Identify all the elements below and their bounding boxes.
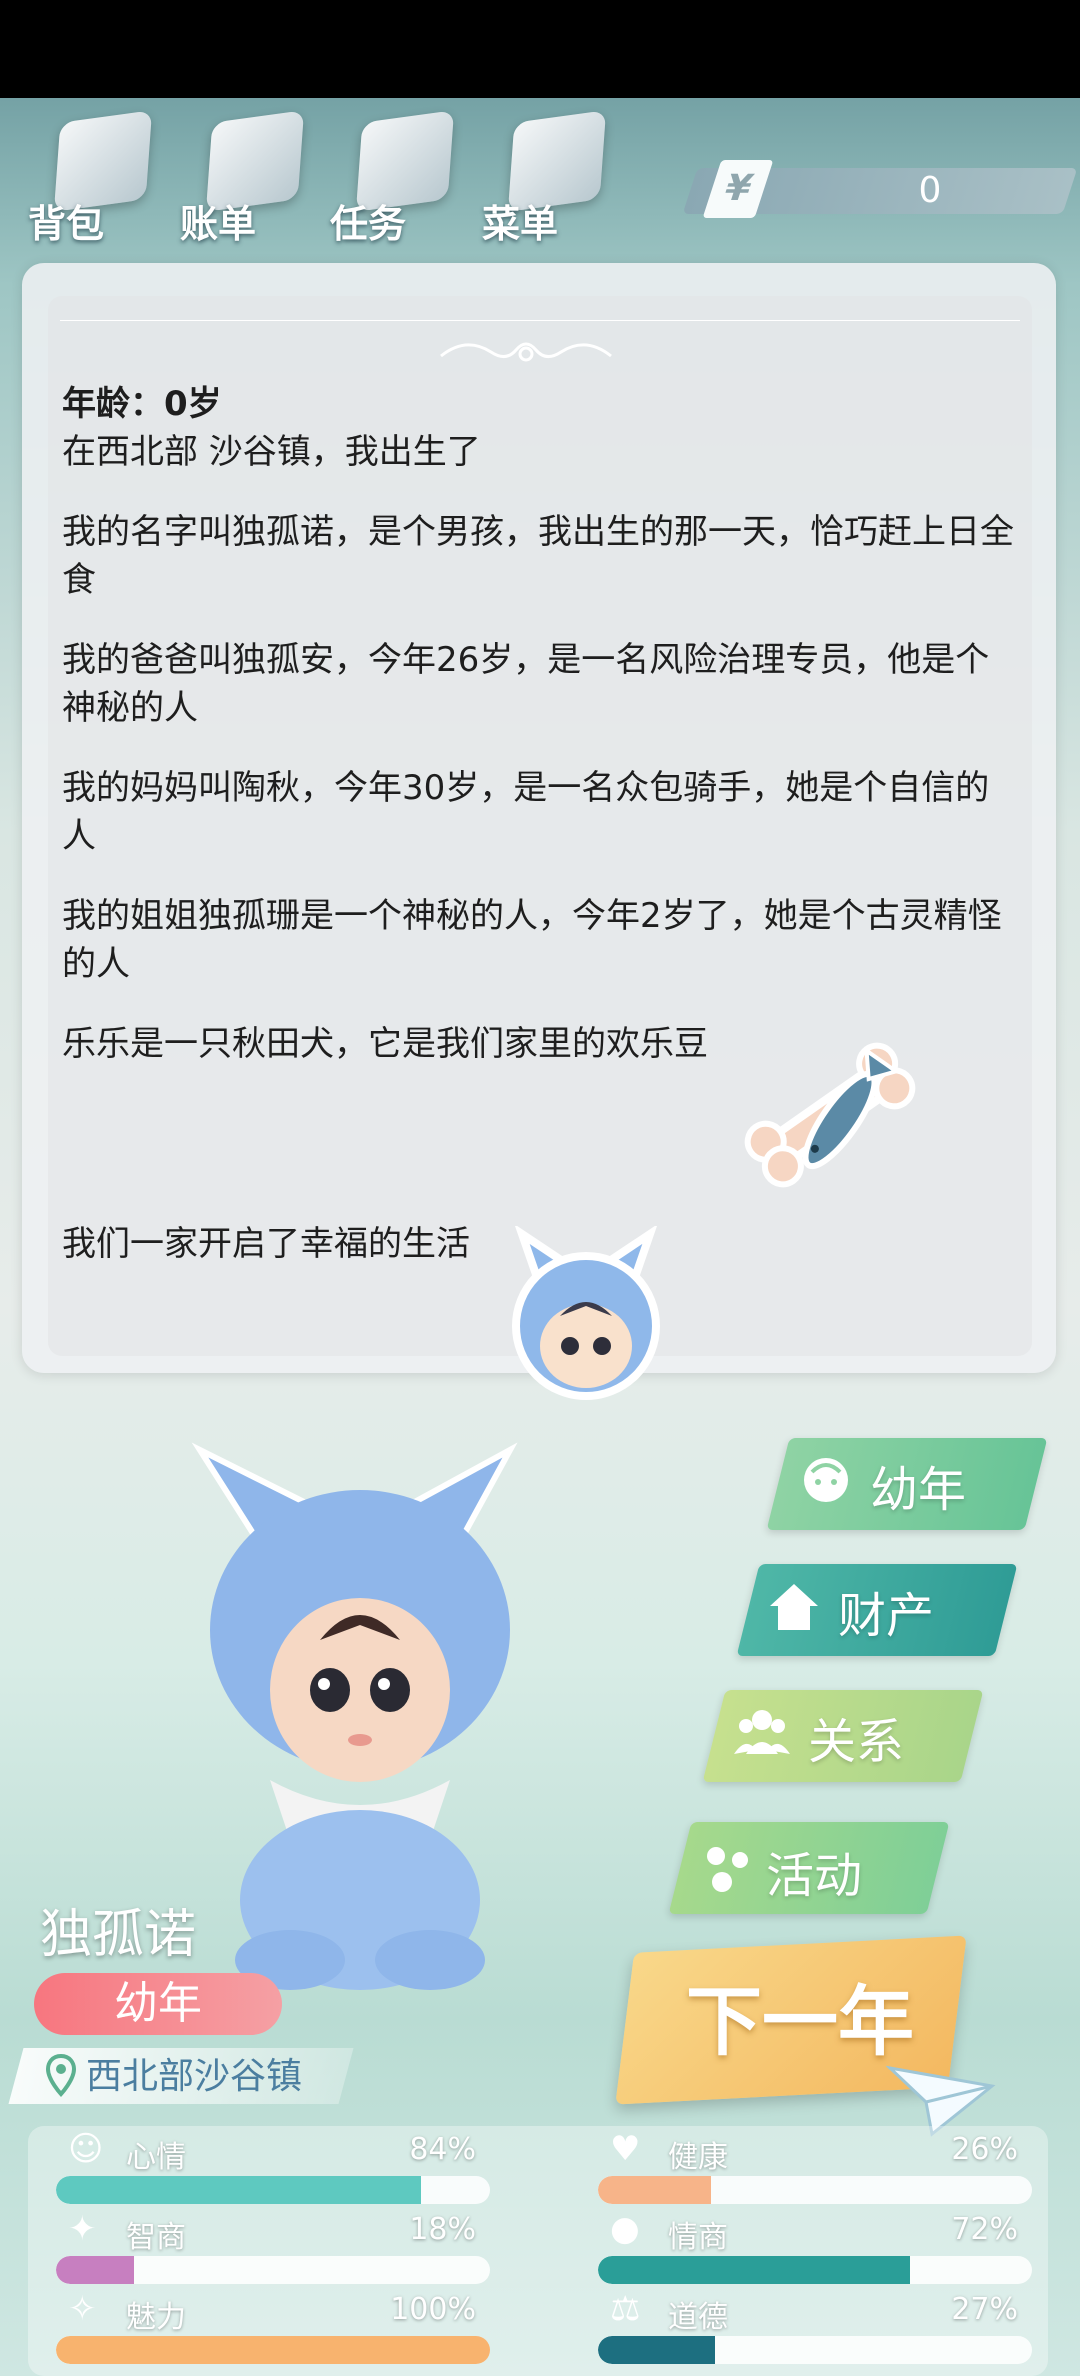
bill-button[interactable]: 账单	[180, 108, 320, 248]
backpack-button[interactable]: 背包	[28, 108, 168, 248]
stat-value: 84%	[409, 2132, 476, 2167]
heart-icon: ♥	[610, 2129, 641, 2169]
money-value: 0	[918, 170, 942, 211]
story-line: 我的妈妈叫陶秋，今年30岁，是一名众包骑手，她是个自信的人	[62, 768, 990, 856]
menu-button[interactable]: 菜单	[482, 108, 622, 248]
stage-button-label: 幼年	[870, 1462, 967, 1518]
baby-sticker	[512, 1226, 660, 1400]
stat-name: 情商	[668, 2220, 728, 2255]
scale-icon: ⚖	[610, 2289, 641, 2329]
flourish-ornament	[440, 342, 612, 362]
stat-bar	[56, 2256, 490, 2284]
age-line: 年龄：0岁	[62, 384, 222, 424]
stat-name: 健康	[668, 2140, 728, 2175]
bill-label: 账单	[180, 202, 257, 246]
stat-bar-fill	[598, 2176, 711, 2204]
stat-name: 道德	[668, 2300, 728, 2335]
stat-name: 心情	[126, 2140, 186, 2175]
bulb-icon: ✦	[68, 2209, 97, 2249]
stat-bar-fill	[598, 2256, 911, 2284]
task-label: 任务	[330, 202, 407, 246]
stat-bar	[56, 2176, 490, 2204]
stat-bar	[56, 2336, 490, 2364]
relations-button-label: 关系	[808, 1714, 905, 1770]
location-label: 西北部沙谷镇	[86, 2056, 303, 2097]
task-button[interactable]: 任务	[330, 108, 470, 248]
stat-bar-fill	[598, 2336, 716, 2364]
stat-value: 26%	[951, 2132, 1018, 2167]
stat-bar-fill	[56, 2176, 421, 2204]
activity-dots-icon	[707, 1847, 748, 1892]
character-name: 独孤诺	[40, 1905, 197, 1965]
stat-bar-fill	[56, 2336, 490, 2364]
stat-value: 18%	[409, 2212, 476, 2247]
character-avatar[interactable]	[180, 1440, 540, 2000]
backpack-label: 背包	[28, 202, 105, 246]
assets-button-label: 财产	[838, 1588, 935, 1644]
stat-bar	[598, 2336, 1032, 2364]
house-icon	[770, 1584, 818, 1630]
stat-value: 27%	[951, 2292, 1018, 2327]
bone-fish-sticker	[744, 1042, 916, 1188]
stat-bar	[598, 2176, 1032, 2204]
stat-bar-fill	[56, 2256, 135, 2284]
divider	[60, 320, 1020, 321]
story-line: 在西北部 沙谷镇，我出生了	[62, 432, 481, 472]
smile-icon: ☺	[68, 2129, 104, 2169]
baby-face-icon	[804, 1458, 848, 1502]
story-line: 我的爸爸叫独孤安，今年26岁，是一名风险治理专员，他是个神秘的人	[62, 640, 990, 728]
sparkle-icon: ✧	[68, 2289, 97, 2329]
location-pin-icon	[46, 2054, 76, 2097]
people-icon	[734, 1710, 790, 1754]
apple-icon: ●	[610, 2209, 640, 2249]
stat-value: 100%	[390, 2292, 476, 2327]
stat-name: 魅力	[126, 2300, 186, 2335]
stat-name: 智商	[126, 2220, 186, 2255]
story-line: 我的姐姐独孤珊是一个神秘的人，今年2岁了，她是个古灵精怪的人	[62, 896, 1002, 984]
stat-value: 72%	[951, 2212, 1018, 2247]
stat-bar	[598, 2256, 1032, 2284]
next-year-label: 下一年	[686, 1977, 914, 2066]
activities-button-label: 活动	[766, 1848, 863, 1904]
stage-badge-label: 幼年	[114, 1978, 202, 2029]
status-bar	[0, 0, 1080, 98]
menu-label: 菜单	[482, 202, 559, 246]
story-line: 我的名字叫独孤诺，是个男孩，我出生的那一天，恰巧赶上日全食	[62, 512, 1014, 600]
